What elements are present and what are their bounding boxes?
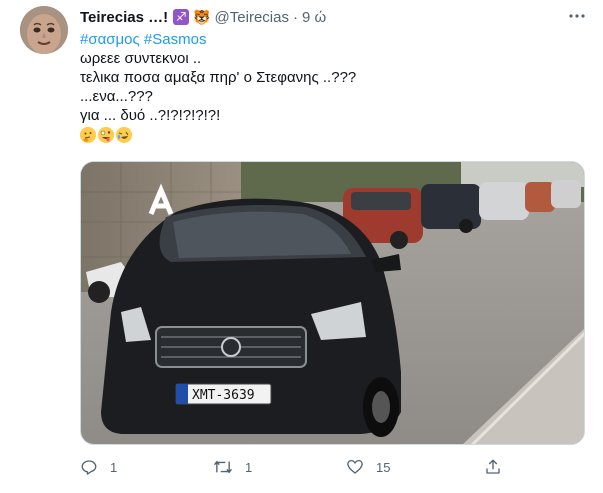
car-photo: XMT-3639 — [81, 162, 584, 444]
text-line: ωρεεε συντεκνοι .. — [80, 50, 202, 67]
tweet-text: #σασμος #Sasmos ωρεεε συντεκνοι .. τελικ… — [80, 30, 580, 144]
media-image[interactable]: XMT-3639 — [80, 161, 585, 445]
reply-count: 1 — [110, 459, 118, 475]
like-button[interactable]: 15 — [346, 458, 390, 476]
rolling-laughing-emoji — [116, 126, 132, 143]
separator: · — [292, 8, 298, 26]
hashtag-link[interactable]: #Sasmos — [144, 31, 207, 48]
retweet-count: 1 — [245, 459, 253, 475]
emoji-line — [80, 125, 580, 144]
tweet[interactable]: Teirecias …! ♐ 🐯 @Teirecias · 9 ώ #σασμο… — [0, 0, 603, 493]
text-line: για ... δυό ..?!?!?!?!?! — [80, 107, 221, 124]
zany-face-emoji — [98, 126, 114, 143]
retweet-icon — [213, 460, 233, 474]
reply-icon — [81, 460, 97, 475]
tweet-header: Teirecias …! ♐ 🐯 @Teirecias · 9 ώ — [80, 7, 326, 27]
share-button[interactable] — [484, 458, 502, 476]
hashtag-link[interactable]: #σασμος — [80, 31, 140, 48]
text-line: ...ενα...??? — [80, 88, 153, 105]
text-line: τελικα ποσα αμαξα πηρ' ο Στεφανης ..??? — [80, 69, 357, 86]
thinking-face-emoji — [80, 126, 96, 143]
tiger-emoji: 🐯 — [193, 9, 211, 25]
heart-icon — [347, 459, 363, 474]
display-name[interactable]: Teirecias …! — [80, 9, 168, 26]
avatar[interactable] — [20, 6, 68, 54]
like-count: 15 — [376, 459, 391, 475]
reply-button[interactable]: 1 — [80, 458, 117, 476]
more-horizontal-icon — [569, 14, 585, 18]
sagittarius-icon: ♐ — [173, 9, 190, 25]
action-bar: 1 1 15 — [80, 458, 560, 480]
hashtag-line: #σασμος #Sasmos — [80, 30, 580, 49]
license-plate-text: XMT-3639 — [192, 388, 255, 403]
more-options-button[interactable] — [568, 8, 586, 24]
timestamp[interactable]: 9 ώ — [302, 9, 326, 26]
user-handle[interactable]: @Teirecias — [215, 9, 289, 26]
share-icon — [486, 459, 500, 474]
retweet-button[interactable]: 1 — [213, 458, 252, 476]
